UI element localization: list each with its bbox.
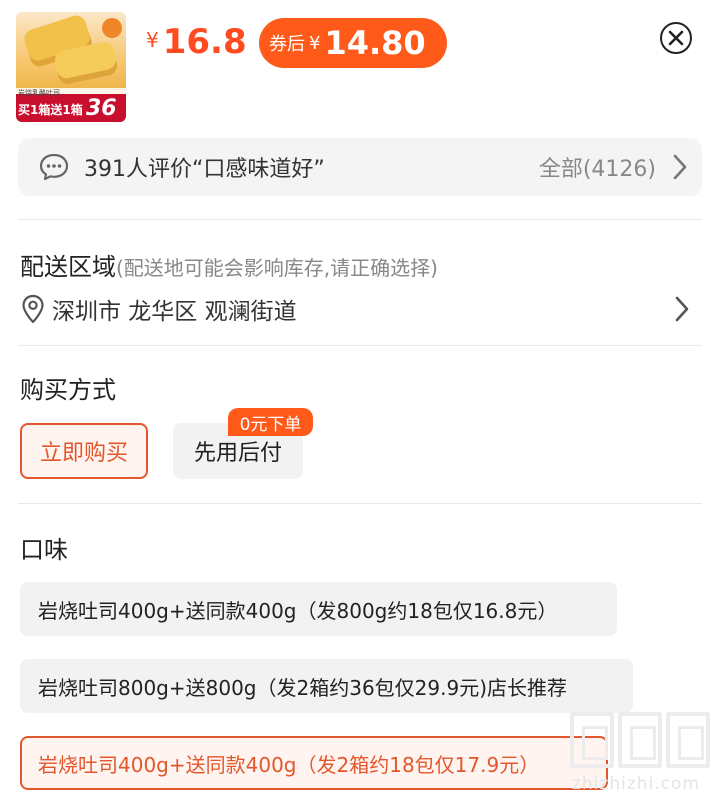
divider [18,503,702,504]
price-currency: ¥ [146,28,159,52]
thumbnail-label-main: 买1箱送1箱 [18,103,83,117]
product-thumbnail[interactable]: 岩烧乳酪吐司 买1箱送1箱 36 [16,12,126,122]
address-selector[interactable]: 深圳市 龙华区 观澜街道 [20,292,702,326]
watermark-logo-icon [618,712,662,768]
coupon-price: 14.80 [324,24,426,62]
orange-image-part [102,18,122,38]
watermark-logo-icon [666,712,710,768]
delivery-title: 配送区域 [20,253,116,281]
price-value: 16.8 [162,22,247,62]
delivery-hint: (配送地可能会影响库存,请正确选择) [116,256,438,280]
review-summary-text: 391人评价“口感味道好” [84,157,325,182]
watermark-text: zhizhizhi.com [572,774,700,794]
coupon-currency: ¥ [309,32,321,54]
original-price: ¥16.8 [146,22,247,62]
chat-bubble-icon [39,153,69,181]
all-reviews-link[interactable]: 全部(4126) [539,151,656,183]
purchase-section-title: 购买方式 [20,376,116,404]
close-icon [668,30,684,46]
site-watermark: zhizhizhi.com [566,712,716,800]
review-summary-bar[interactable]: 391人评价“口感味道好” 全部(4126) [18,138,702,196]
buy-now-option[interactable]: 立即购买 [20,423,148,479]
flavor-option[interactable]: 岩烧吐司400g+送同款400g（发800g约18包仅16.8元） [20,582,617,636]
coupon-price-badge: 券后 ¥ 14.80 [259,18,447,68]
product-summary: 岩烧乳酪吐司 买1箱送1箱 36 ¥16.8 券后 ¥ 14.80 [0,0,720,130]
watermark-logo-icon [570,712,614,768]
flavor-section-title: 口味 [20,536,68,564]
close-button[interactable] [660,22,692,54]
chevron-right-icon [673,154,687,180]
thumbnail-label-number: 36 [86,96,117,121]
delivery-section-title: 配送区域(配送地可能会影响库存,请正确选择) [20,247,438,282]
flavor-option-selected[interactable]: 岩烧吐司400g+送同款400g（发2箱约18包仅17.9元） [20,736,608,790]
coupon-label: 券后 [269,34,305,55]
address-text: 深圳市 龙华区 观澜街道 [52,299,297,325]
divider [18,219,702,220]
location-pin-icon [22,294,44,324]
zero-yuan-order-badge: 0元下单 [228,408,313,436]
thumbnail-label-small: 岩烧乳酪吐司 [18,89,60,97]
flavor-option[interactable]: 岩烧吐司800g+送800g（发2箱约36包仅29.9元)店长推荐 [20,659,633,713]
divider [18,345,702,346]
chevron-right-icon [675,296,689,322]
